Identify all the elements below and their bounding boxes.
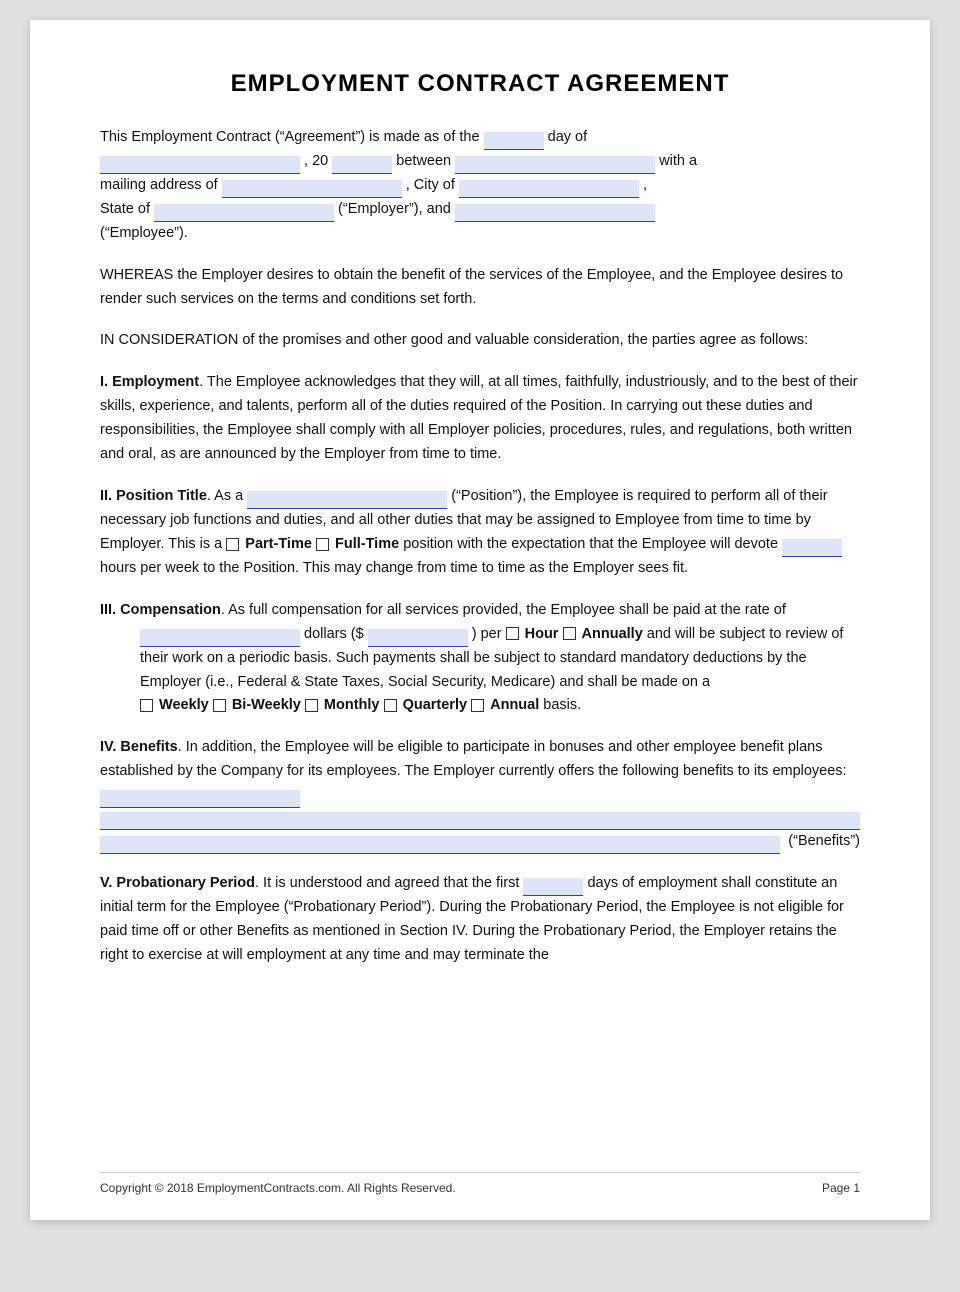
date-day-field[interactable]: [484, 132, 544, 150]
hour-checkbox[interactable]: [506, 627, 519, 640]
section2-heading: II. Position Title: [100, 488, 207, 504]
footer-copyright: Copyright © 2018 EmploymentContracts.com…: [100, 1181, 456, 1195]
section1-paragraph: I. Employment. The Employee acknowledges…: [100, 371, 860, 467]
biweekly-checkbox[interactable]: [213, 699, 226, 712]
city-field[interactable]: [459, 180, 639, 198]
section1-heading: I. Employment: [100, 374, 199, 390]
biweekly-label: Bi-Weekly: [232, 697, 301, 713]
benefits-line2[interactable]: [100, 836, 780, 854]
employer-name-field[interactable]: [455, 204, 655, 222]
monthly-checkbox[interactable]: [305, 699, 318, 712]
quarterly-checkbox[interactable]: [384, 699, 397, 712]
dollar-amount-field[interactable]: [368, 629, 468, 647]
date-month-year-field[interactable]: [100, 156, 300, 174]
fulltime-label: Full-Time: [335, 536, 399, 552]
section4-heading: IV. Benefits: [100, 739, 178, 755]
section5-heading: V. Probationary Period: [100, 875, 255, 891]
benefits-line1[interactable]: [100, 812, 860, 830]
annually-label: Annually: [582, 626, 647, 642]
intro-paragraph: This Employment Contract (“Agreement”) i…: [100, 126, 860, 246]
address-field[interactable]: [222, 180, 402, 198]
document-page: EMPLOYMENT CONTRACT AGREEMENT This Emplo…: [30, 20, 930, 1220]
monthly-label: Monthly: [324, 697, 380, 713]
parttime-checkbox[interactable]: [226, 538, 239, 551]
weekly-label: Weekly: [159, 697, 209, 713]
rate-amount-field[interactable]: [140, 629, 300, 647]
quarterly-label: Quarterly: [403, 697, 467, 713]
document-title: EMPLOYMENT CONTRACT AGREEMENT: [100, 70, 860, 98]
party1-field[interactable]: [455, 156, 655, 174]
fulltime-checkbox[interactable]: [316, 538, 329, 551]
intro-line1-before: This Employment Contract (“Agreement”) i…: [100, 129, 480, 145]
position-title-field[interactable]: [247, 491, 447, 509]
section2-paragraph: II. Position Title. As a (“Position”), t…: [100, 485, 860, 581]
parttime-label: Part-Time: [245, 536, 312, 552]
section3-paragraph: III. Compensation. As full compensation …: [100, 599, 860, 719]
hour-label: Hour: [525, 626, 559, 642]
annually-checkbox[interactable]: [563, 627, 576, 640]
annual-checkbox[interactable]: [471, 699, 484, 712]
section4-paragraph: IV. Benefits. In addition, the Employee …: [100, 736, 860, 854]
probation-days-field[interactable]: [523, 878, 583, 896]
benefits-inline-field[interactable]: [100, 790, 300, 808]
state-field[interactable]: [154, 204, 334, 222]
hours-per-week-field[interactable]: [782, 539, 842, 557]
year-field[interactable]: [332, 156, 392, 174]
section3-heading: III. Compensation: [100, 602, 221, 618]
section5-paragraph: V. Probationary Period. It is understood…: [100, 872, 860, 968]
weekly-checkbox[interactable]: [140, 699, 153, 712]
document-footer: Copyright © 2018 EmploymentContracts.com…: [100, 1172, 860, 1195]
consideration-paragraph: IN CONSIDERATION of the promises and oth…: [100, 329, 860, 353]
annual-label: Annual: [490, 697, 539, 713]
whereas-paragraph: WHEREAS the Employer desires to obtain t…: [100, 264, 860, 312]
footer-page: Page 1: [822, 1181, 860, 1195]
